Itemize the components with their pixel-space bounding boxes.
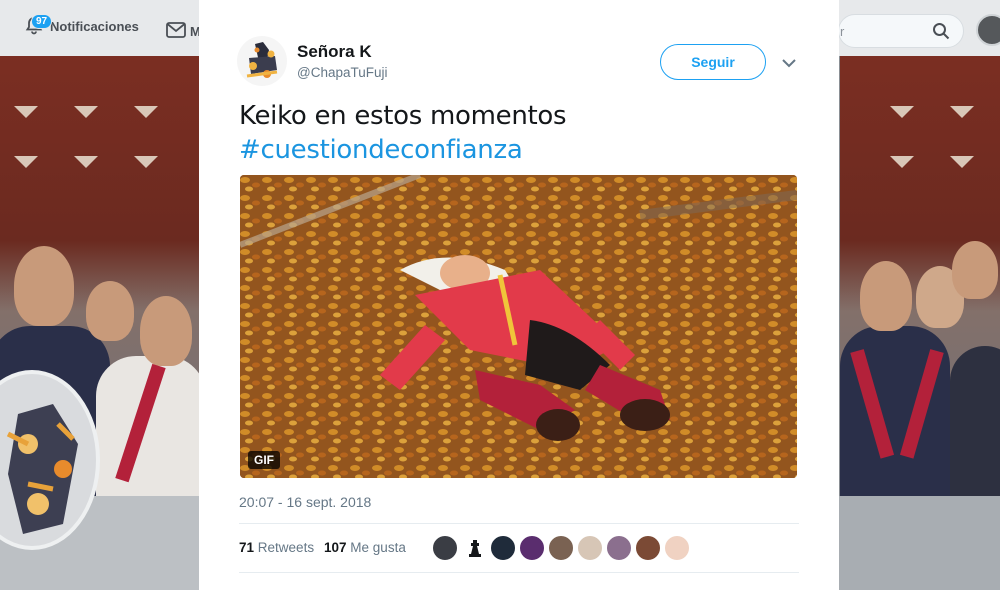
liker-avatar[interactable] — [548, 535, 574, 561]
person-figure — [950, 346, 1000, 496]
likes-stat[interactable]: 107 Me gusta — [324, 540, 406, 555]
tweet-text: Keiko en estos momentos — [239, 101, 567, 131]
person-figure — [14, 246, 74, 326]
liker-avatar[interactable] — [606, 535, 632, 561]
decor-triangle — [950, 106, 974, 118]
profile-avatar[interactable] — [976, 14, 1000, 46]
gif-badge: GIF — [248, 451, 280, 469]
person-figure — [860, 261, 912, 331]
liker-avatar[interactable] — [519, 535, 545, 561]
mail-icon[interactable] — [166, 22, 186, 43]
profile-banner-right — [840, 56, 1000, 496]
liker-avatar[interactable] — [664, 535, 690, 561]
hashtag-link[interactable]: #cuestiondeconfianza — [239, 134, 523, 166]
divider — [239, 523, 799, 524]
divider — [239, 572, 799, 573]
decor-triangle — [890, 106, 914, 118]
likes-count: 107 — [324, 540, 347, 555]
liker-avatar[interactable] — [635, 535, 661, 561]
decor-triangle — [74, 106, 98, 118]
tweet-media-gif[interactable]: GIF — [240, 175, 797, 478]
search-icon[interactable] — [932, 22, 950, 45]
liker-avatar[interactable] — [432, 535, 458, 561]
gif-frame-illustration — [240, 175, 797, 478]
tweet-modal: Señora K @ChapaTuFuji Seguir Keiko en es… — [199, 0, 839, 590]
person-figure — [86, 281, 134, 341]
likes-label: Me gusta — [350, 540, 406, 555]
author-handle[interactable]: @ChapaTuFuji — [297, 65, 388, 80]
chevron-down-icon[interactable] — [782, 55, 796, 73]
author-avatar[interactable] — [237, 36, 287, 86]
retweets-count: 71 — [239, 540, 255, 555]
notifications-count-badge: 97 — [31, 14, 53, 29]
decor-triangle — [890, 156, 914, 168]
decor-triangle — [14, 156, 38, 168]
liker-avatar[interactable] — [462, 535, 488, 561]
author-name[interactable]: Señora K — [297, 42, 372, 62]
search-placeholder: r — [840, 24, 845, 39]
follow-button[interactable]: Seguir — [660, 44, 766, 80]
person-figure — [952, 241, 998, 299]
retweets-label: Retweets — [257, 540, 315, 555]
tweet-timestamp[interactable]: 20:07 - 16 sept. 2018 — [239, 494, 371, 510]
decor-triangle — [134, 106, 158, 118]
person-figure — [140, 296, 192, 366]
retweets-stat[interactable]: 71 Retweets — [239, 540, 314, 555]
decor-triangle — [14, 106, 38, 118]
decor-triangle — [74, 156, 98, 168]
liker-avatar[interactable] — [577, 535, 603, 561]
liker-avatar[interactable] — [490, 535, 516, 561]
decor-triangle — [134, 156, 158, 168]
decor-triangle — [950, 156, 974, 168]
nav-notifications-label: Notificaciones — [50, 18, 139, 34]
